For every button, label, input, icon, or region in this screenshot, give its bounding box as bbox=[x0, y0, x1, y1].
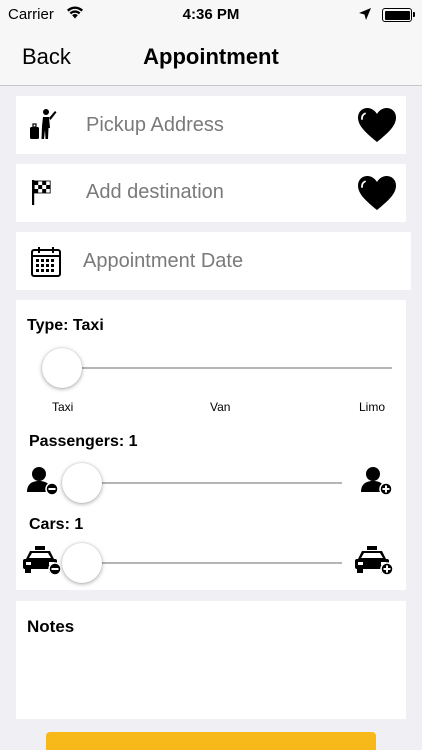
heart-icon[interactable] bbox=[356, 106, 398, 149]
battery-level bbox=[384, 10, 410, 20]
pickup-address-card bbox=[16, 96, 406, 154]
person-plus-icon[interactable] bbox=[360, 466, 394, 501]
person-minus-icon[interactable] bbox=[26, 466, 60, 501]
status-bar: Carrier 4:36 PM bbox=[0, 0, 422, 30]
back-button[interactable]: Back bbox=[22, 44, 71, 70]
notes-card: Notes bbox=[16, 601, 406, 719]
cars-slider-track[interactable] bbox=[82, 562, 342, 564]
checkered-flag-icon bbox=[30, 178, 56, 211]
type-slider-thumb[interactable] bbox=[42, 348, 82, 388]
person-luggage-icon bbox=[28, 108, 58, 145]
pickup-address-input[interactable] bbox=[86, 110, 346, 140]
appointment-date-card bbox=[16, 232, 411, 290]
type-tick-limo: Limo bbox=[359, 400, 386, 414]
type-slider-track[interactable] bbox=[62, 367, 392, 369]
type-label: Type: Taxi bbox=[27, 317, 104, 334]
cars-slider-thumb[interactable] bbox=[62, 543, 102, 583]
destination-input[interactable] bbox=[86, 177, 346, 207]
appointment-date-input[interactable] bbox=[83, 246, 383, 276]
notes-input[interactable] bbox=[27, 647, 393, 707]
submit-button[interactable] bbox=[46, 732, 376, 750]
destination-card bbox=[16, 164, 406, 222]
battery-icon bbox=[382, 8, 415, 22]
taxi-minus-icon[interactable] bbox=[22, 545, 62, 582]
taxi-plus-icon[interactable] bbox=[354, 545, 394, 582]
passengers-slider-track[interactable] bbox=[82, 482, 342, 484]
navigation-bar: Back Appointment bbox=[0, 30, 422, 86]
passengers-slider-thumb[interactable] bbox=[62, 463, 102, 503]
calendar-icon bbox=[30, 246, 62, 283]
passengers-label: Passengers: 1 bbox=[29, 433, 138, 450]
type-tick-van: Van bbox=[210, 400, 231, 414]
type-tick-taxi: Taxi bbox=[52, 400, 74, 414]
notes-label: Notes bbox=[27, 617, 75, 636]
heart-icon[interactable] bbox=[356, 174, 398, 217]
ride-options-card: Type: Taxi Taxi Van Limo Passengers: 1 C… bbox=[16, 300, 406, 590]
location-arrow-icon bbox=[358, 7, 372, 26]
cars-label: Cars: 1 bbox=[29, 516, 84, 533]
